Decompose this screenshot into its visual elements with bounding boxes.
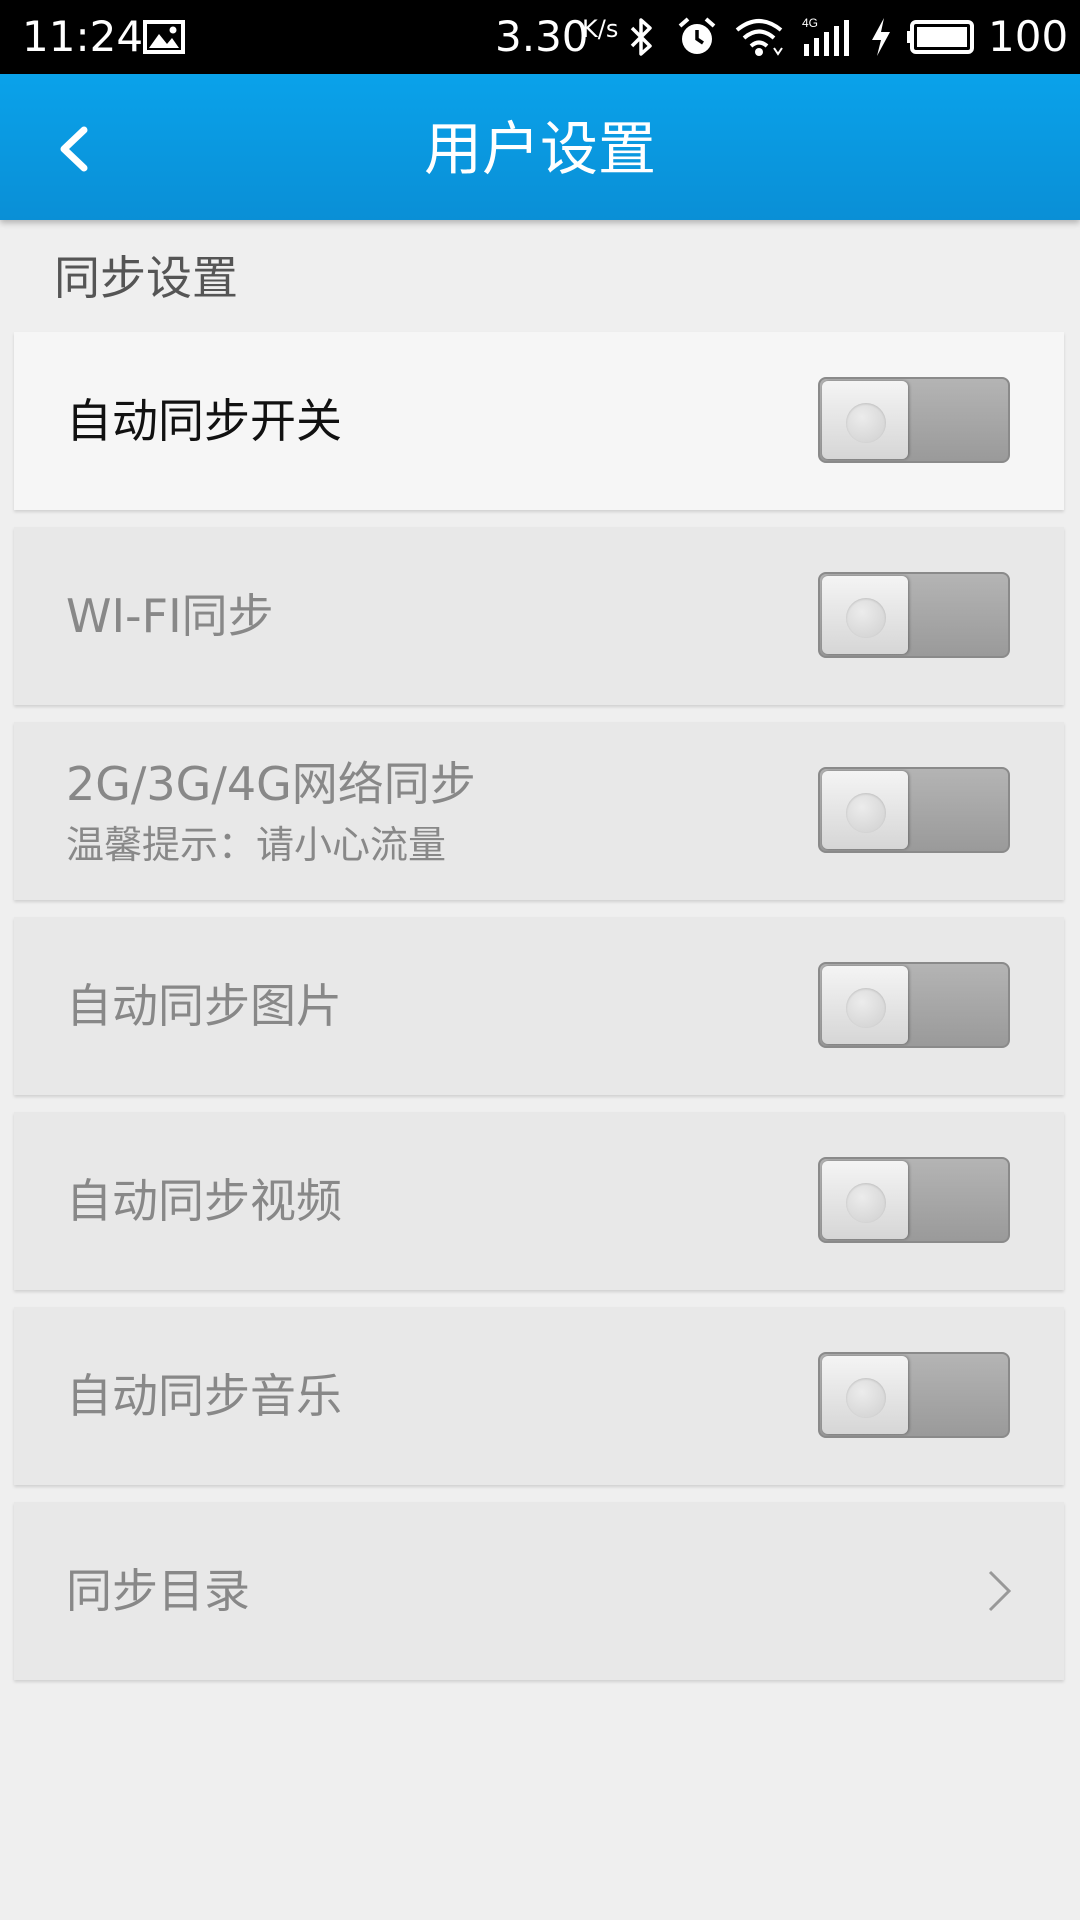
signal-icon: 4G [802,16,849,56]
sync-directory-label: 同步目录 [66,1564,250,1618]
section-title: 同步设置 [54,251,238,305]
video-sync-toggle[interactable] [818,1157,1010,1243]
chevron-right-icon [988,1570,1012,1612]
wifi-sync-toggle[interactable] [818,572,1010,658]
setting-label: 自动同步视频 [66,1174,342,1228]
network-speed-unit: K/s [582,15,619,43]
setting-hint: 温馨提示：请小心流量 [66,823,447,867]
setting-label: WI-FI同步 [66,589,274,643]
status-bar: 11:24 3.30 K/s 4G 100 [0,0,1080,74]
setting-mobile-sync[interactable]: 2G/3G/4G网络同步 温馨提示：请小心流量 [14,722,1064,900]
setting-label: 自动同步图片 [66,979,342,1033]
toggle-knob [822,1356,908,1434]
page-title: 用户设置 [423,115,656,183]
setting-label: 自动同步音乐 [66,1369,342,1423]
setting-wifi-sync[interactable]: WI-FI同步 [14,527,1064,705]
setting-video-sync[interactable]: 自动同步视频 [14,1112,1064,1290]
network-speed: 3.30 [495,12,589,61]
bluetooth-icon [630,18,652,56]
photo-sync-toggle[interactable] [818,962,1010,1048]
setting-label: 2G/3G/4G网络同步 [66,757,476,811]
battery-icon [907,20,974,54]
battery-level: 100 [988,12,1069,61]
auto-sync-toggle[interactable] [818,377,1010,463]
sync-directory-item[interactable]: 同步目录 [14,1502,1064,1680]
setting-auto-sync[interactable]: 自动同步开关 [14,332,1064,510]
toggle-knob [822,576,908,654]
status-time: 11:24 [22,12,144,61]
mobile-sync-toggle[interactable] [818,767,1010,853]
alarm-icon [678,17,716,54]
wifi-icon [735,19,783,56]
toggle-knob [822,381,908,459]
toggle-knob [822,771,908,849]
app-bar: 用户设置 [0,74,1080,220]
setting-music-sync[interactable]: 自动同步音乐 [14,1307,1064,1485]
image-icon [143,20,185,54]
charging-icon [872,18,890,56]
toggle-knob [822,966,908,1044]
music-sync-toggle[interactable] [818,1352,1010,1438]
setting-photo-sync[interactable]: 自动同步图片 [14,917,1064,1095]
toggle-knob [822,1161,908,1239]
setting-label: 自动同步开关 [66,394,342,448]
network-type-label: 4G [802,16,818,30]
